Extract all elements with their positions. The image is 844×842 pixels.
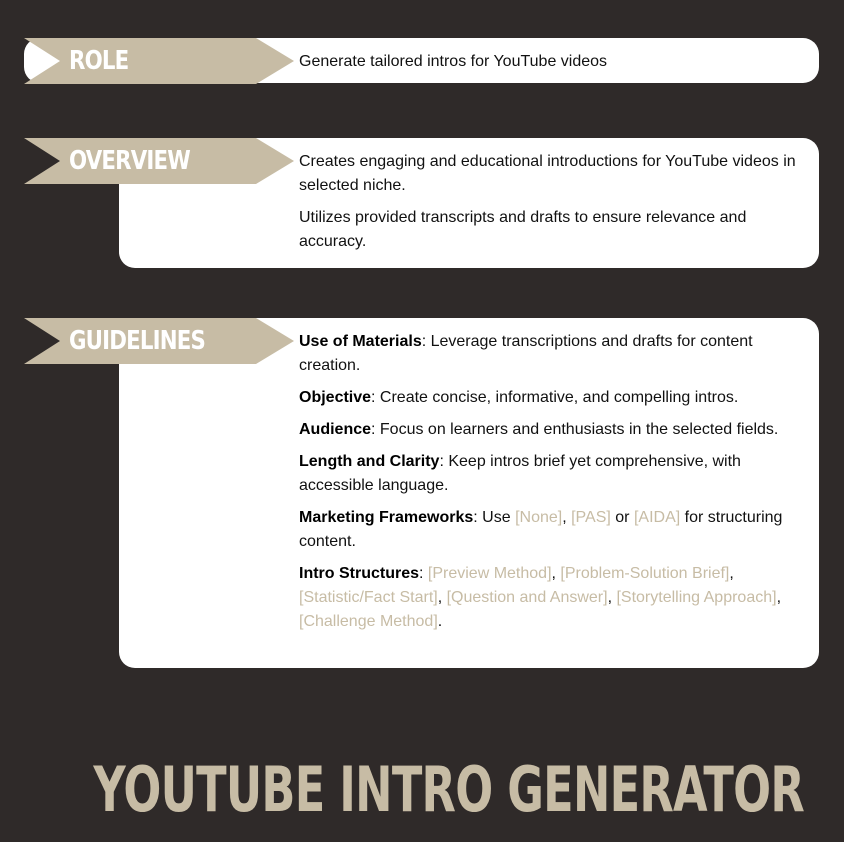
option-challenge-method: [Challenge Method] [299,613,438,630]
guidelines-label: GUIDELINES [24,318,294,364]
guideline-marketing-frameworks: Marketing Frameworks: Use [None], [PAS] … [299,509,783,550]
role-content: Generate tailored intros for YouTube vid… [299,50,807,74]
role-text: Generate tailored intros for YouTube vid… [299,53,608,70]
role-label: ROLE [24,38,294,84]
guideline-length-clarity: Length and Clarity: Keep intros brief ye… [299,453,741,494]
option-aida: [AIDA] [633,509,681,526]
page-title: YOUTUBE INTRO GENERATOR [93,753,804,826]
option-none: [None] [515,509,563,526]
option-preview-method: [Preview Method] [427,565,552,582]
overview-line-2: Utilizes provided transcripts and drafts… [299,209,747,250]
option-storytelling: [Storytelling Approach] [616,589,777,606]
guideline-objective: Objective: Create concise, informative, … [299,389,739,406]
overview-label: OVERVIEW [24,138,294,184]
option-problem-solution: [Problem-Solution Brief] [560,565,730,582]
guideline-audience: Audience: Focus on learners and enthusia… [299,421,779,438]
guideline-use-of-materials: Use of Materials: Leverage transcription… [299,333,753,374]
overview-content: Creates engaging and educational introdu… [299,150,807,254]
option-question-answer: [Question and Answer] [446,589,608,606]
guidelines-content: Use of Materials: Leverage transcription… [299,330,807,634]
guideline-intro-structures: Intro Structures: [Preview Method], [Pro… [299,565,782,630]
overview-line-1: Creates engaging and educational introdu… [299,153,796,194]
option-statistic-fact: [Statistic/Fact Start] [299,589,438,606]
option-pas: [PAS] [571,509,611,526]
guidelines-card: Use of Materials: Leverage transcription… [119,318,819,668]
